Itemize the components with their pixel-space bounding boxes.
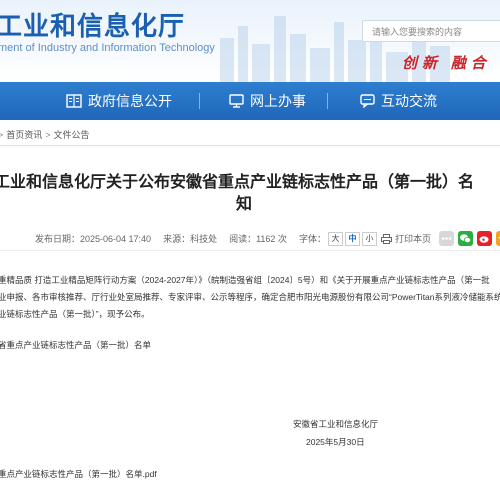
site-header: 工业和信息化厅 ment of Industry and Information…	[0, 0, 500, 82]
site-subtitle-english: ment of Industry and Information Technol…	[0, 42, 215, 54]
print-page-link[interactable]: 打印本页	[395, 232, 431, 245]
main-nav: 政府信息公开 网上办事 互动交流	[0, 82, 500, 120]
breadcrumb: > 首页资讯 > 文件公告	[0, 128, 90, 141]
site-title[interactable]: 工业和信息化厅	[0, 6, 185, 43]
article-title: 工业和信息化厅关于公布安徽省重点产业链标志性产品（第一批）名 知	[0, 172, 500, 216]
breadcrumb-home-link[interactable]: 首页资讯	[6, 128, 42, 141]
meta-divider	[0, 250, 500, 251]
nav-label: 互动交流	[381, 93, 437, 109]
book-icon	[66, 94, 82, 108]
font-size-label: 字体：	[298, 234, 326, 244]
share-more-icon[interactable]	[438, 231, 454, 246]
nav-label: 政府信息公开	[88, 93, 172, 109]
signature-date: 2025年5月30日	[306, 437, 365, 447]
chat-icon	[360, 94, 375, 108]
printer-icon[interactable]	[380, 233, 392, 244]
attachment-heading: 省重点产业链标志性产品（第一批）名单	[0, 340, 152, 350]
article-paragraph: 业申报、各市审核推荐、厅行业处室局推荐、专家评审、公示等程序，确定合肥市阳光电源…	[0, 292, 500, 302]
wechat-share-icon[interactable]	[457, 231, 473, 246]
nav-item-interaction[interactable]: 互动交流	[360, 82, 437, 120]
font-size-small-button[interactable]: 小	[361, 231, 377, 246]
view-count: 阅读：1162 次	[229, 234, 287, 244]
search-input[interactable]: 请输入您要搜索的内容	[362, 20, 500, 42]
font-size-medium-button[interactable]: 中	[344, 231, 360, 246]
nav-item-online-service[interactable]: 网上办事	[229, 82, 306, 120]
breadcrumb-current-link[interactable]: 文件公告	[54, 128, 90, 141]
article-source: 来源：科技处	[163, 234, 218, 244]
article-title-line-1: 工业和信息化厅关于公布安徽省重点产业链标志性产品（第一批）名	[0, 174, 475, 191]
qzone-share-icon[interactable]	[495, 231, 500, 246]
attachment-pdf-link[interactable]: 重点产业链标志性产品（第一批）名单.pdf	[0, 468, 157, 480]
article-paragraph: 业链标志性产品（第一批）”，现予公布。	[0, 309, 150, 319]
article-title-line-2: 知	[235, 196, 252, 213]
slogan-text: 创新 融合 求	[402, 56, 500, 72]
nav-label: 网上办事	[250, 93, 306, 109]
publish-date: 发布日期：2025-06-04 17:40	[35, 234, 152, 244]
monitor-icon	[229, 94, 244, 108]
signature-organization: 安徽省工业和信息化厅	[293, 419, 379, 429]
font-size-large-button[interactable]: 大	[327, 231, 343, 246]
breadcrumb-separator: >	[0, 129, 4, 140]
nav-item-gov-info[interactable]: 政府信息公开	[66, 82, 172, 120]
weibo-share-icon[interactable]	[476, 231, 492, 246]
breadcrumb-divider	[0, 145, 500, 146]
breadcrumb-separator: >	[45, 129, 51, 140]
nav-separator	[327, 93, 328, 109]
article-paragraph: 重精品质 打造工业精品矩阵行动方案（2024-2027年）》（皖制造强省组〔20…	[0, 275, 490, 285]
nav-separator	[199, 93, 200, 109]
article-meta: 发布日期：2025-06-04 17:40 来源：科技处 阅读：1162 次 字…	[35, 231, 500, 246]
